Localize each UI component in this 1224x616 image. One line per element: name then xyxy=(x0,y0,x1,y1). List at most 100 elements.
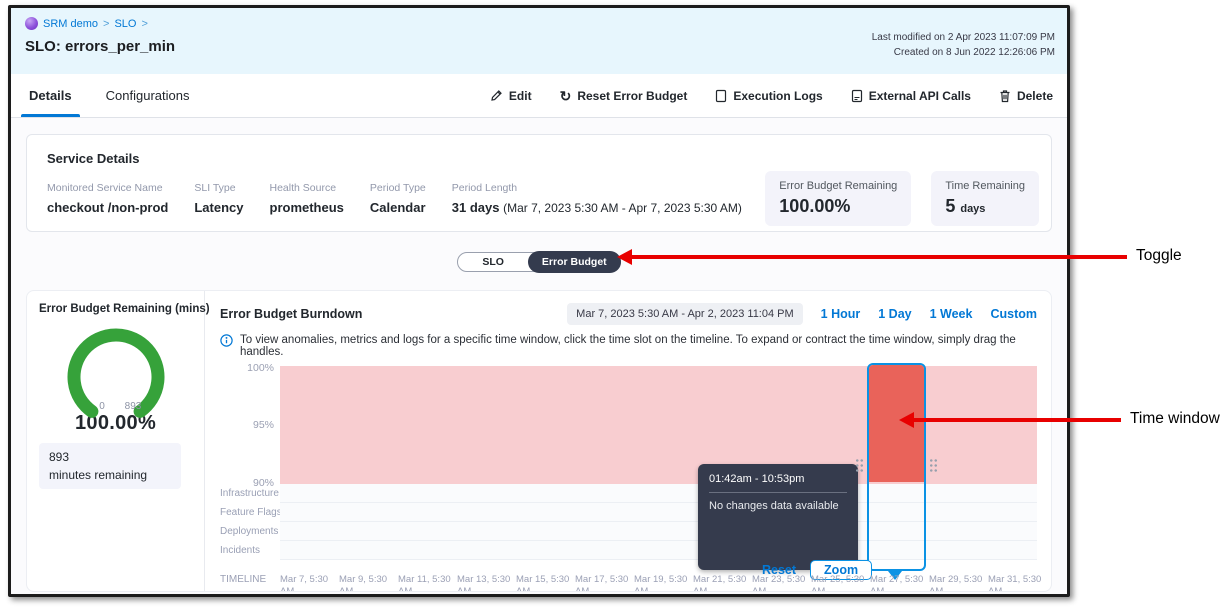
service-details-card: Service Details Monitored Service Name c… xyxy=(26,134,1052,232)
error-budget-section: Error Budget Remaining (mins) 0 893 100.… xyxy=(26,290,1052,592)
timeline-tick: Mar 27, 5:30 AM xyxy=(870,574,929,592)
field-value: 31 days (Mar 7, 2023 5:30 AM - Apr 7, 20… xyxy=(452,200,742,215)
timeline-tick: Mar 31, 5:30 AM xyxy=(988,574,1047,592)
document-icon xyxy=(715,89,727,103)
page-header: SRM demo > SLO > SLO: errors_per_min Las… xyxy=(11,8,1067,74)
screenshot-frame: SRM demo > SLO > SLO: errors_per_min Las… xyxy=(8,5,1070,597)
document-lines-icon xyxy=(851,89,863,103)
field-label: Period Length xyxy=(452,182,742,194)
edit-button[interactable]: Edit xyxy=(490,89,532,103)
time-window-annotation-arrowhead-icon xyxy=(899,412,914,428)
field-value: prometheus xyxy=(270,200,344,215)
execution-logs-button[interactable]: Execution Logs xyxy=(715,89,822,103)
tab-bar: Details Configurations xyxy=(25,74,193,117)
service-detail-field: SLI Type Latency xyxy=(194,182,243,215)
delete-button[interactable]: Delete xyxy=(999,89,1053,103)
burndown-panel: Error Budget Burndown Mar 7, 2023 5:30 A… xyxy=(206,291,1051,591)
drag-handle-left[interactable] xyxy=(855,458,864,473)
time-range-controls: Mar 7, 2023 5:30 AM - Apr 2, 2023 11:04 … xyxy=(567,303,1037,325)
breadcrumb-project[interactable]: SRM demo xyxy=(43,18,98,30)
gauge-min: 0 xyxy=(99,401,105,412)
toggle-annotation-label: Toggle xyxy=(1136,247,1182,265)
timeline-tick: Mar 29, 5:30 AM xyxy=(929,574,988,592)
tooltip-time-range: 01:42am - 10:53pm xyxy=(709,473,847,485)
toolbar: Details Configurations Edit ↻ Reset Erro… xyxy=(11,74,1067,118)
minutes-remaining-value: 893 xyxy=(49,448,171,466)
last-modified-text: Last modified on 2 Apr 2023 11:07:09 PM xyxy=(872,30,1055,45)
time-window-selection[interactable] xyxy=(867,363,926,571)
toggle-annotation-arrowhead-icon xyxy=(617,249,632,265)
srm-logo-icon xyxy=(25,17,38,30)
timestamps: Last modified on 2 Apr 2023 11:07:09 PM … xyxy=(872,30,1055,60)
breadcrumb: SRM demo > SLO > xyxy=(25,17,1053,30)
tab-details[interactable]: Details xyxy=(25,74,76,117)
toggle-annotation-arrow xyxy=(631,255,1127,259)
tooltip-divider xyxy=(709,492,847,493)
tooltip-message: No changes data available xyxy=(709,500,847,512)
burndown-title: Error Budget Burndown xyxy=(220,307,362,321)
timeline-ticks: Mar 7, 5:30 AMMar 9, 5:30 AMMar 11, 5:30… xyxy=(280,574,1047,592)
reset-icon: ↻ xyxy=(560,89,572,103)
timeline-tick: Mar 9, 5:30 AM xyxy=(339,574,398,592)
breadcrumb-separator: > xyxy=(141,18,147,30)
service-detail-field: Period Length 31 days (Mar 7, 2023 5:30 … xyxy=(452,182,742,215)
timeline-tick: Mar 13, 5:30 AM xyxy=(457,574,516,592)
time-window-annotation-label: Time window xyxy=(1130,410,1220,428)
range-link[interactable]: 1 Hour xyxy=(821,307,861,321)
summary-stats: Error Budget Remaining 100.00% Time Rema… xyxy=(765,171,1039,226)
timeline-label: TIMELINE xyxy=(220,574,280,592)
field-value: checkout /non-prod xyxy=(47,200,168,215)
timeline-tick: Mar 23, 5:30 AM xyxy=(752,574,811,592)
timeline-row: TIMELINE Mar 7, 5:30 AMMar 9, 5:30 AMMar… xyxy=(220,574,1037,592)
toggle-option-error-budget[interactable]: Error Budget xyxy=(528,251,621,273)
stat-card: Error Budget Remaining 100.00% xyxy=(765,171,911,226)
range-link[interactable]: Custom xyxy=(990,307,1037,321)
stat-label: Time Remaining xyxy=(945,180,1025,192)
stat-label: Error Budget Remaining xyxy=(779,180,897,192)
field-value: Calendar xyxy=(370,200,426,215)
event-row-label: Infrastructure xyxy=(220,484,280,503)
burndown-chart: 100% 95% 90% Infrastructure xyxy=(220,366,1037,592)
pencil-icon xyxy=(490,89,503,102)
time-window-annotation-arrow xyxy=(913,418,1121,422)
timeline-tick: Mar 15, 5:30 AM xyxy=(516,574,575,592)
gauge-title: Error Budget Remaining (mins) xyxy=(39,303,192,315)
range-link[interactable]: 1 Day xyxy=(878,307,911,321)
toggle-option-slo[interactable]: SLO xyxy=(458,256,528,268)
page: SRM demo > SLO > SLO: errors_per_min Las… xyxy=(0,0,1224,616)
range-links: 1 Hour 1 Day 1 Week Custom xyxy=(821,307,1037,321)
drag-handle-right[interactable] xyxy=(929,458,938,473)
timeline-tick: Mar 21, 5:30 AM xyxy=(693,574,752,592)
selected-band-highlight xyxy=(869,365,924,482)
breadcrumb-section[interactable]: SLO xyxy=(114,18,136,30)
gauge-arc: 0 893 xyxy=(61,325,171,421)
service-details-heading: Service Details xyxy=(47,151,1031,166)
info-banner: To view anomalies, metrics and logs for … xyxy=(220,334,1037,358)
date-range-chip[interactable]: Mar 7, 2023 5:30 AM - Apr 2, 2023 11:04 … xyxy=(567,303,802,325)
event-row-label: Incidents xyxy=(220,541,280,560)
y-tick-100: 100% xyxy=(224,362,274,374)
changes-tooltip: 01:42am - 10:53pm No changes data availa… xyxy=(698,464,858,570)
timeline-tick: Mar 25, 5:30 AM xyxy=(811,574,870,592)
error-budget-gauge-panel: Error Budget Remaining (mins) 0 893 100.… xyxy=(27,291,205,591)
action-buttons: Edit ↻ Reset Error Budget Execution Logs… xyxy=(490,74,1053,117)
minutes-remaining-box: 893 minutes remaining xyxy=(39,443,181,489)
slo-error-budget-toggle[interactable]: SLO Error Budget xyxy=(457,252,620,272)
service-detail-field: Period Type Calendar xyxy=(370,182,426,215)
stat-value: 100.00% xyxy=(779,196,897,217)
timeline-tick: Mar 11, 5:30 AM xyxy=(398,574,457,592)
field-label: SLI Type xyxy=(194,182,243,194)
field-label: Period Type xyxy=(370,182,426,194)
tab-configurations[interactable]: Configurations xyxy=(102,74,194,117)
trash-icon xyxy=(999,89,1011,103)
y-tick-95: 95% xyxy=(224,419,274,431)
reset-error-budget-button[interactable]: ↻ Reset Error Budget xyxy=(560,89,688,103)
range-link[interactable]: 1 Week xyxy=(930,307,973,321)
timeline-tick: Mar 19, 5:30 AM xyxy=(634,574,693,592)
field-label: Monitored Service Name xyxy=(47,182,168,194)
info-text: To view anomalies, metrics and logs for … xyxy=(240,334,1037,358)
external-api-calls-button[interactable]: External API Calls xyxy=(851,89,971,103)
stat-value: 5 days xyxy=(945,196,1025,217)
service-detail-field: Monitored Service Name checkout /non-pro… xyxy=(47,182,168,215)
info-icon xyxy=(220,334,233,350)
